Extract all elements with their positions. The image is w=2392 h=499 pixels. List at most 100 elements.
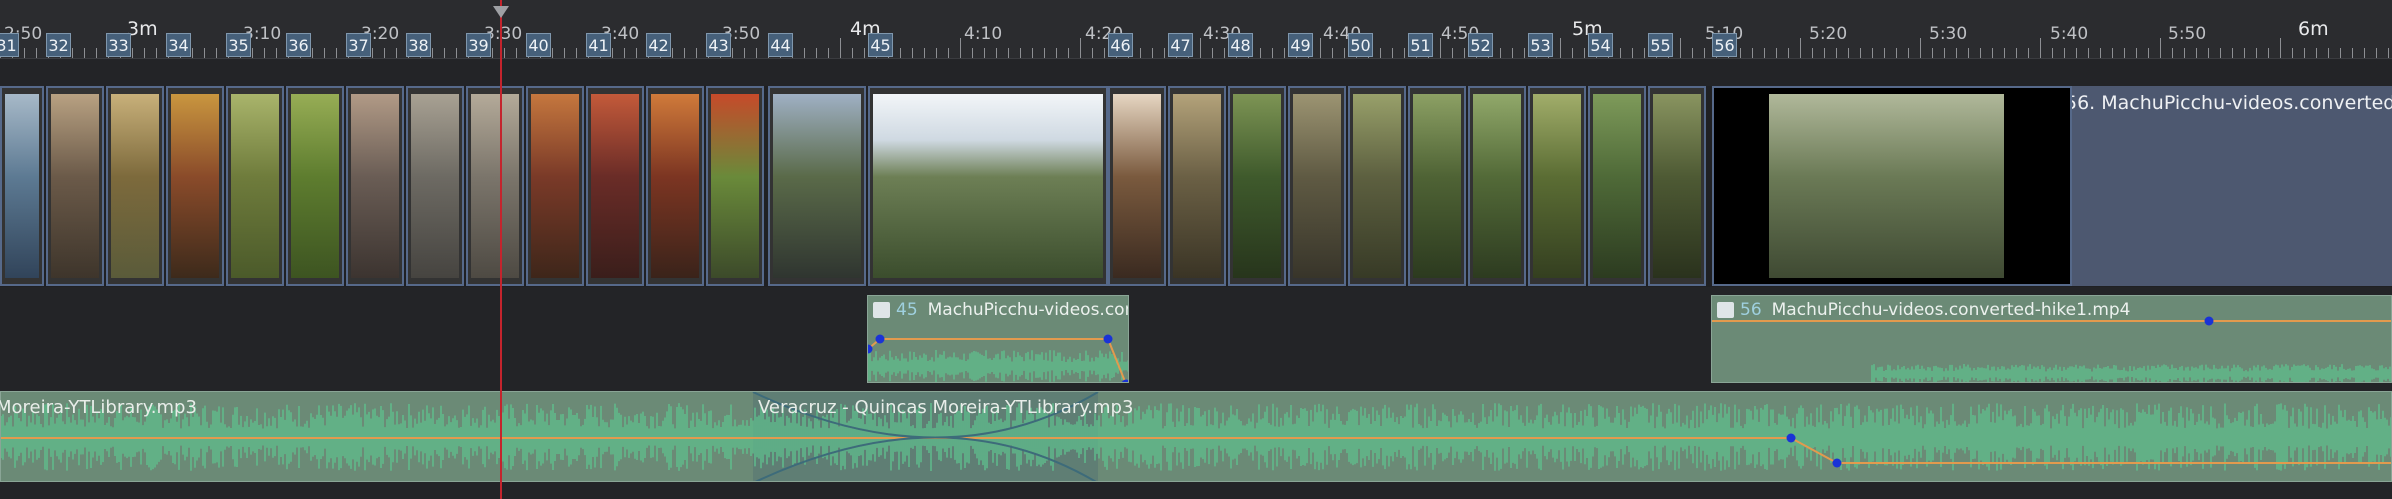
video-clip[interactable] [1468, 86, 1526, 286]
marker-43[interactable]: 43 [706, 33, 731, 57]
video-clip[interactable] [868, 86, 1108, 286]
marker-54[interactable]: 54 [1588, 33, 1613, 57]
marker-39[interactable]: 39 [466, 33, 491, 57]
video-clip[interactable] [1712, 86, 2072, 286]
ruler-tick [2184, 48, 2185, 58]
waveform-path [868, 350, 1128, 382]
clip-thumbnail [1593, 94, 1641, 278]
marker-42[interactable]: 42 [646, 33, 671, 57]
marker-49[interactable]: 49 [1288, 33, 1313, 57]
video-clip[interactable] [646, 86, 704, 286]
ruler-tick [1764, 48, 1765, 58]
video-clip[interactable] [106, 86, 164, 286]
marker-55[interactable]: 55 [1648, 33, 1673, 57]
ruler-tick [72, 48, 73, 58]
marker-32[interactable]: 32 [46, 33, 71, 57]
marker-56[interactable]: 56 [1712, 33, 1737, 57]
clip-thumbnail [351, 94, 399, 278]
video-clip[interactable] [526, 86, 584, 286]
marker-46[interactable]: 46 [1108, 33, 1133, 57]
video-clip[interactable] [586, 86, 644, 286]
ruler-tick [744, 48, 745, 58]
marker-36[interactable]: 36 [286, 33, 311, 57]
marker-50[interactable]: 50 [1348, 33, 1373, 57]
video-clip[interactable] [706, 86, 764, 286]
ruler-tick [816, 48, 817, 58]
music-clip-label-left: Moreira-YTLibrary.mp3 [0, 397, 197, 418]
ruler-tick [1752, 48, 1753, 58]
video-clip[interactable] [1528, 86, 1586, 286]
envelope-keyframe[interactable] [1121, 379, 1130, 384]
audio-waveform [868, 334, 1130, 384]
video-clip[interactable] [1108, 86, 1166, 286]
video-clip[interactable] [286, 86, 344, 286]
video-clip[interactable] [1588, 86, 1646, 286]
video-clip[interactable] [466, 86, 524, 286]
ruler-tick-label: 5:50 [2168, 24, 2207, 44]
clip-thumbnail [1473, 94, 1521, 278]
ruler-tick [756, 48, 757, 58]
marker-35[interactable]: 35 [226, 33, 251, 57]
music-clip[interactable] [0, 391, 2392, 482]
video-clip[interactable] [226, 86, 284, 286]
video-clip[interactable] [1228, 86, 1286, 286]
video-clip[interactable] [1348, 86, 1406, 286]
ruler-tick [840, 38, 841, 58]
ruler-tick [1788, 48, 1789, 58]
ruler-tick [900, 48, 901, 58]
ruler-tick [1032, 48, 1033, 58]
envelope-keyframe[interactable] [2204, 316, 2214, 326]
audio-clip-45[interactable]: 45 MachuPicchu-videos.conv [867, 295, 1129, 383]
ruler-tick [2208, 48, 2209, 58]
video-clip[interactable] [1288, 86, 1346, 286]
marker-33[interactable]: 33 [106, 33, 131, 57]
ruler-tick [1704, 48, 1705, 58]
marker-53[interactable]: 53 [1528, 33, 1553, 57]
ruler-tick [204, 48, 205, 58]
video-track[interactable]: 56. MachuPicchu-videos.converted-hike1 [0, 86, 2392, 287]
marker-48[interactable]: 48 [1228, 33, 1253, 57]
marker-47[interactable]: 47 [1168, 33, 1193, 57]
ruler-tick [2148, 48, 2149, 58]
video-clip[interactable] [46, 86, 104, 286]
ruler-tick [672, 48, 673, 58]
ruler-tick [324, 48, 325, 58]
clip-thumbnail [1173, 94, 1221, 278]
marker-38[interactable]: 38 [406, 33, 431, 57]
ruler-tick [1020, 48, 1021, 58]
clip-thumbnail [291, 94, 339, 278]
ruler-tick [1056, 48, 1057, 58]
video-clip[interactable] [1648, 86, 1706, 286]
video-clip[interactable] [1168, 86, 1226, 286]
marker-51[interactable]: 51 [1408, 33, 1433, 57]
envelope-keyframe[interactable] [1103, 334, 1113, 344]
audio-clip-56[interactable]: 56 MachuPicchu-videos.converted-hike1.mp4 [1711, 295, 2392, 383]
marker-41[interactable]: 41 [586, 33, 611, 57]
video-clip[interactable] [346, 86, 404, 286]
video-clip[interactable] [768, 86, 866, 286]
marker-37[interactable]: 37 [346, 33, 371, 57]
video-clip[interactable] [1408, 86, 1466, 286]
ruler-tick [2280, 38, 2281, 58]
marker-44[interactable]: 44 [768, 33, 793, 57]
video-clip[interactable] [166, 86, 224, 286]
playhead-handle[interactable] [493, 6, 509, 18]
ruler-tick [1344, 48, 1345, 58]
marker-45[interactable]: 45 [868, 33, 893, 57]
ruler-tick [732, 48, 733, 58]
marker-40[interactable]: 40 [526, 33, 551, 57]
video-clip[interactable] [406, 86, 464, 286]
ruler-tick [432, 48, 433, 58]
envelope-keyframe[interactable] [875, 334, 885, 344]
ruler-tick [2292, 48, 2293, 58]
marker-31[interactable]: 31 [0, 33, 19, 57]
marker-52[interactable]: 52 [1468, 33, 1493, 57]
marker-34[interactable]: 34 [166, 33, 191, 57]
ruler-tick [1836, 48, 1837, 58]
audio-waveform [1712, 316, 2391, 382]
envelope-keyframe[interactable] [1786, 433, 1796, 443]
playhead[interactable] [500, 0, 502, 499]
envelope-keyframe[interactable] [1832, 458, 1842, 468]
video-clip[interactable] [0, 86, 44, 286]
clip-thumbnail [651, 94, 699, 278]
